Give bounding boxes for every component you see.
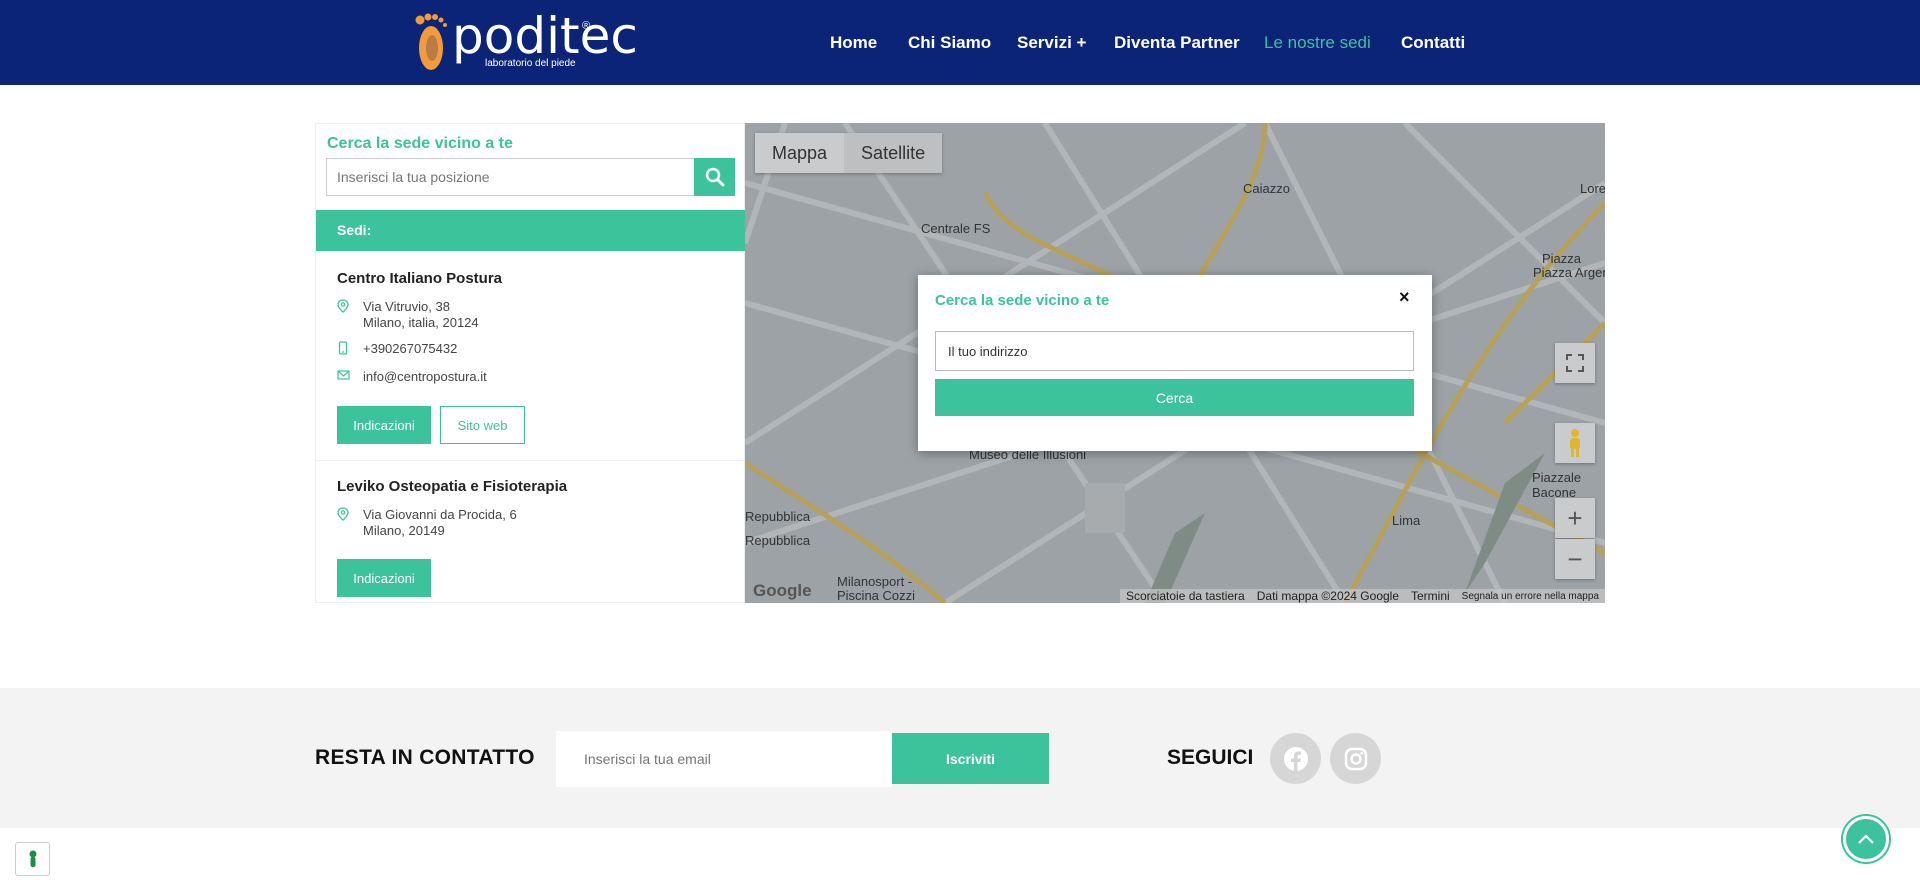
- instagram-button[interactable]: [1330, 733, 1381, 784]
- map-data-credit: Dati mappa ©2024 Google: [1256, 589, 1399, 603]
- logo-wordmark: poditec: [452, 7, 638, 65]
- back-to-top-button[interactable]: [1843, 816, 1889, 862]
- locations-sidebar: Cerca la sede vicino a te Sedi: Centro I…: [315, 123, 745, 603]
- location-phone: +390267075432: [337, 341, 457, 357]
- poditec-logo[interactable]: poditec ® laboratorio del piede: [414, 7, 638, 76]
- location-card: Leviko Osteopatia e Fisioterapia Via Gio…: [316, 461, 745, 604]
- map-pin-icon: [337, 507, 363, 523]
- chevron-up-icon: [1858, 834, 1874, 844]
- map-label-loreto: Loreto: [1580, 181, 1605, 196]
- google-watermark: Google: [753, 581, 812, 600]
- nav-servizi[interactable]: Servizi +: [1017, 33, 1086, 53]
- location-search-input[interactable]: [326, 158, 695, 196]
- modal-title: Cerca la sede vicino a te: [935, 292, 1110, 309]
- logo-registered: ®: [582, 20, 591, 32]
- map-label-piazzale-bacone: Piazzale Bacone: [1532, 470, 1582, 500]
- cerca-button[interactable]: Cerca: [935, 379, 1414, 416]
- close-icon[interactable]: ×: [1399, 287, 1410, 308]
- envelope-icon: [337, 369, 363, 385]
- map-label-piazza-argentina-1: Piazza: [1542, 251, 1582, 266]
- location-email: info@centropostura.it: [337, 369, 487, 385]
- website-button[interactable]: Sito web: [440, 406, 525, 444]
- map-label-caiazzo: Caiazzo: [1243, 181, 1290, 196]
- sedi-header: Sedi:: [316, 210, 745, 251]
- zoom-out-button[interactable]: −: [1555, 539, 1595, 579]
- nav-contatti[interactable]: Contatti: [1401, 33, 1465, 53]
- pegman-icon: [1570, 429, 1580, 457]
- address-line2: Milano, italia, 20124: [363, 315, 479, 330]
- logo-tagline: laboratorio del piede: [485, 58, 576, 69]
- directions-button[interactable]: Indicazioni: [337, 559, 431, 597]
- terms-link[interactable]: Termini: [1411, 589, 1450, 603]
- address-input[interactable]: [935, 331, 1414, 371]
- report-error-link[interactable]: Segnala un errore nella mappa: [1462, 591, 1599, 602]
- location-address: Via Vitruvio, 38 Milano, italia, 20124: [337, 299, 479, 331]
- address-line2: Milano, 20149: [363, 523, 445, 538]
- email-address[interactable]: info@centropostura.it: [363, 369, 487, 385]
- subscribe-button[interactable]: Iscriviti: [892, 733, 1049, 784]
- cookie-settings-button[interactable]: [15, 842, 50, 876]
- map-label-milanosport: Milanosport - Piscina Cozzi: [837, 574, 916, 603]
- location-name: Centro Italiano Postura: [337, 270, 503, 287]
- location-card: Centro Italiano Postura Via Vitruvio, 38…: [316, 251, 745, 461]
- cookie-consent-icon: [29, 850, 36, 867]
- location-search-button[interactable]: [694, 158, 735, 196]
- foot-logo-icon: [415, 13, 447, 70]
- facebook-icon: [1283, 746, 1308, 771]
- map-label-repubblica-2: Repubblica: [745, 533, 811, 548]
- search-icon: [705, 167, 724, 187]
- map-pin-icon: [337, 299, 363, 315]
- map-type-map-button[interactable]: Mappa: [755, 133, 844, 173]
- map-label-lima: Lima: [1392, 513, 1421, 528]
- phone-number[interactable]: +390267075432: [363, 341, 457, 357]
- seguici-heading: SEGUICI: [1167, 746, 1254, 769]
- location-address: Via Giovanni da Procida, 6 Milano, 20149: [337, 507, 517, 539]
- instagram-icon: [1344, 747, 1367, 770]
- map-type-control: Mappa Satellite: [755, 133, 943, 173]
- address-line1: Via Vitruvio, 38: [363, 299, 450, 314]
- nav-diventa-partner[interactable]: Diventa Partner: [1114, 33, 1240, 53]
- map-attribution: Scorciatoie da tastiera Dati mappa ©2024…: [1120, 589, 1605, 603]
- search-modal: Cerca la sede vicino a te × Cerca: [918, 275, 1432, 451]
- nav-home[interactable]: Home: [830, 33, 877, 53]
- address-line1: Via Giovanni da Procida, 6: [363, 507, 517, 522]
- nav-chi-siamo[interactable]: Chi Siamo: [908, 33, 991, 53]
- keyboard-shortcuts-link[interactable]: Scorciatoie da tastiera: [1126, 589, 1245, 603]
- map-label-piazza-argentina: Piazza Argentina: [1533, 265, 1605, 280]
- directions-button[interactable]: Indicazioni: [337, 406, 431, 444]
- map-label-centrale: Centrale FS: [921, 221, 991, 236]
- zoom-in-button[interactable]: +: [1555, 498, 1595, 538]
- street-view-pegman[interactable]: [1555, 423, 1595, 463]
- location-name: Leviko Osteopatia e Fisioterapia: [337, 478, 568, 495]
- fullscreen-button[interactable]: [1555, 343, 1595, 383]
- nav-le-nostre-sedi[interactable]: Le nostre sedi: [1264, 33, 1371, 53]
- sidebar-title: Cerca la sede vicino a te: [327, 135, 513, 152]
- fullscreen-icon: [1566, 354, 1584, 372]
- mobile-phone-icon: [337, 341, 363, 357]
- resta-in-contatto-heading: RESTA IN CONTATTO: [315, 746, 535, 769]
- facebook-button[interactable]: [1270, 733, 1321, 784]
- map-label-repubblica-1: Repubblica: [745, 509, 811, 524]
- map-type-satellite-button[interactable]: Satellite: [844, 133, 943, 173]
- newsletter-email-input[interactable]: [556, 731, 892, 787]
- site-header: poditec ® laboratorio del piede Home Chi…: [0, 0, 1920, 85]
